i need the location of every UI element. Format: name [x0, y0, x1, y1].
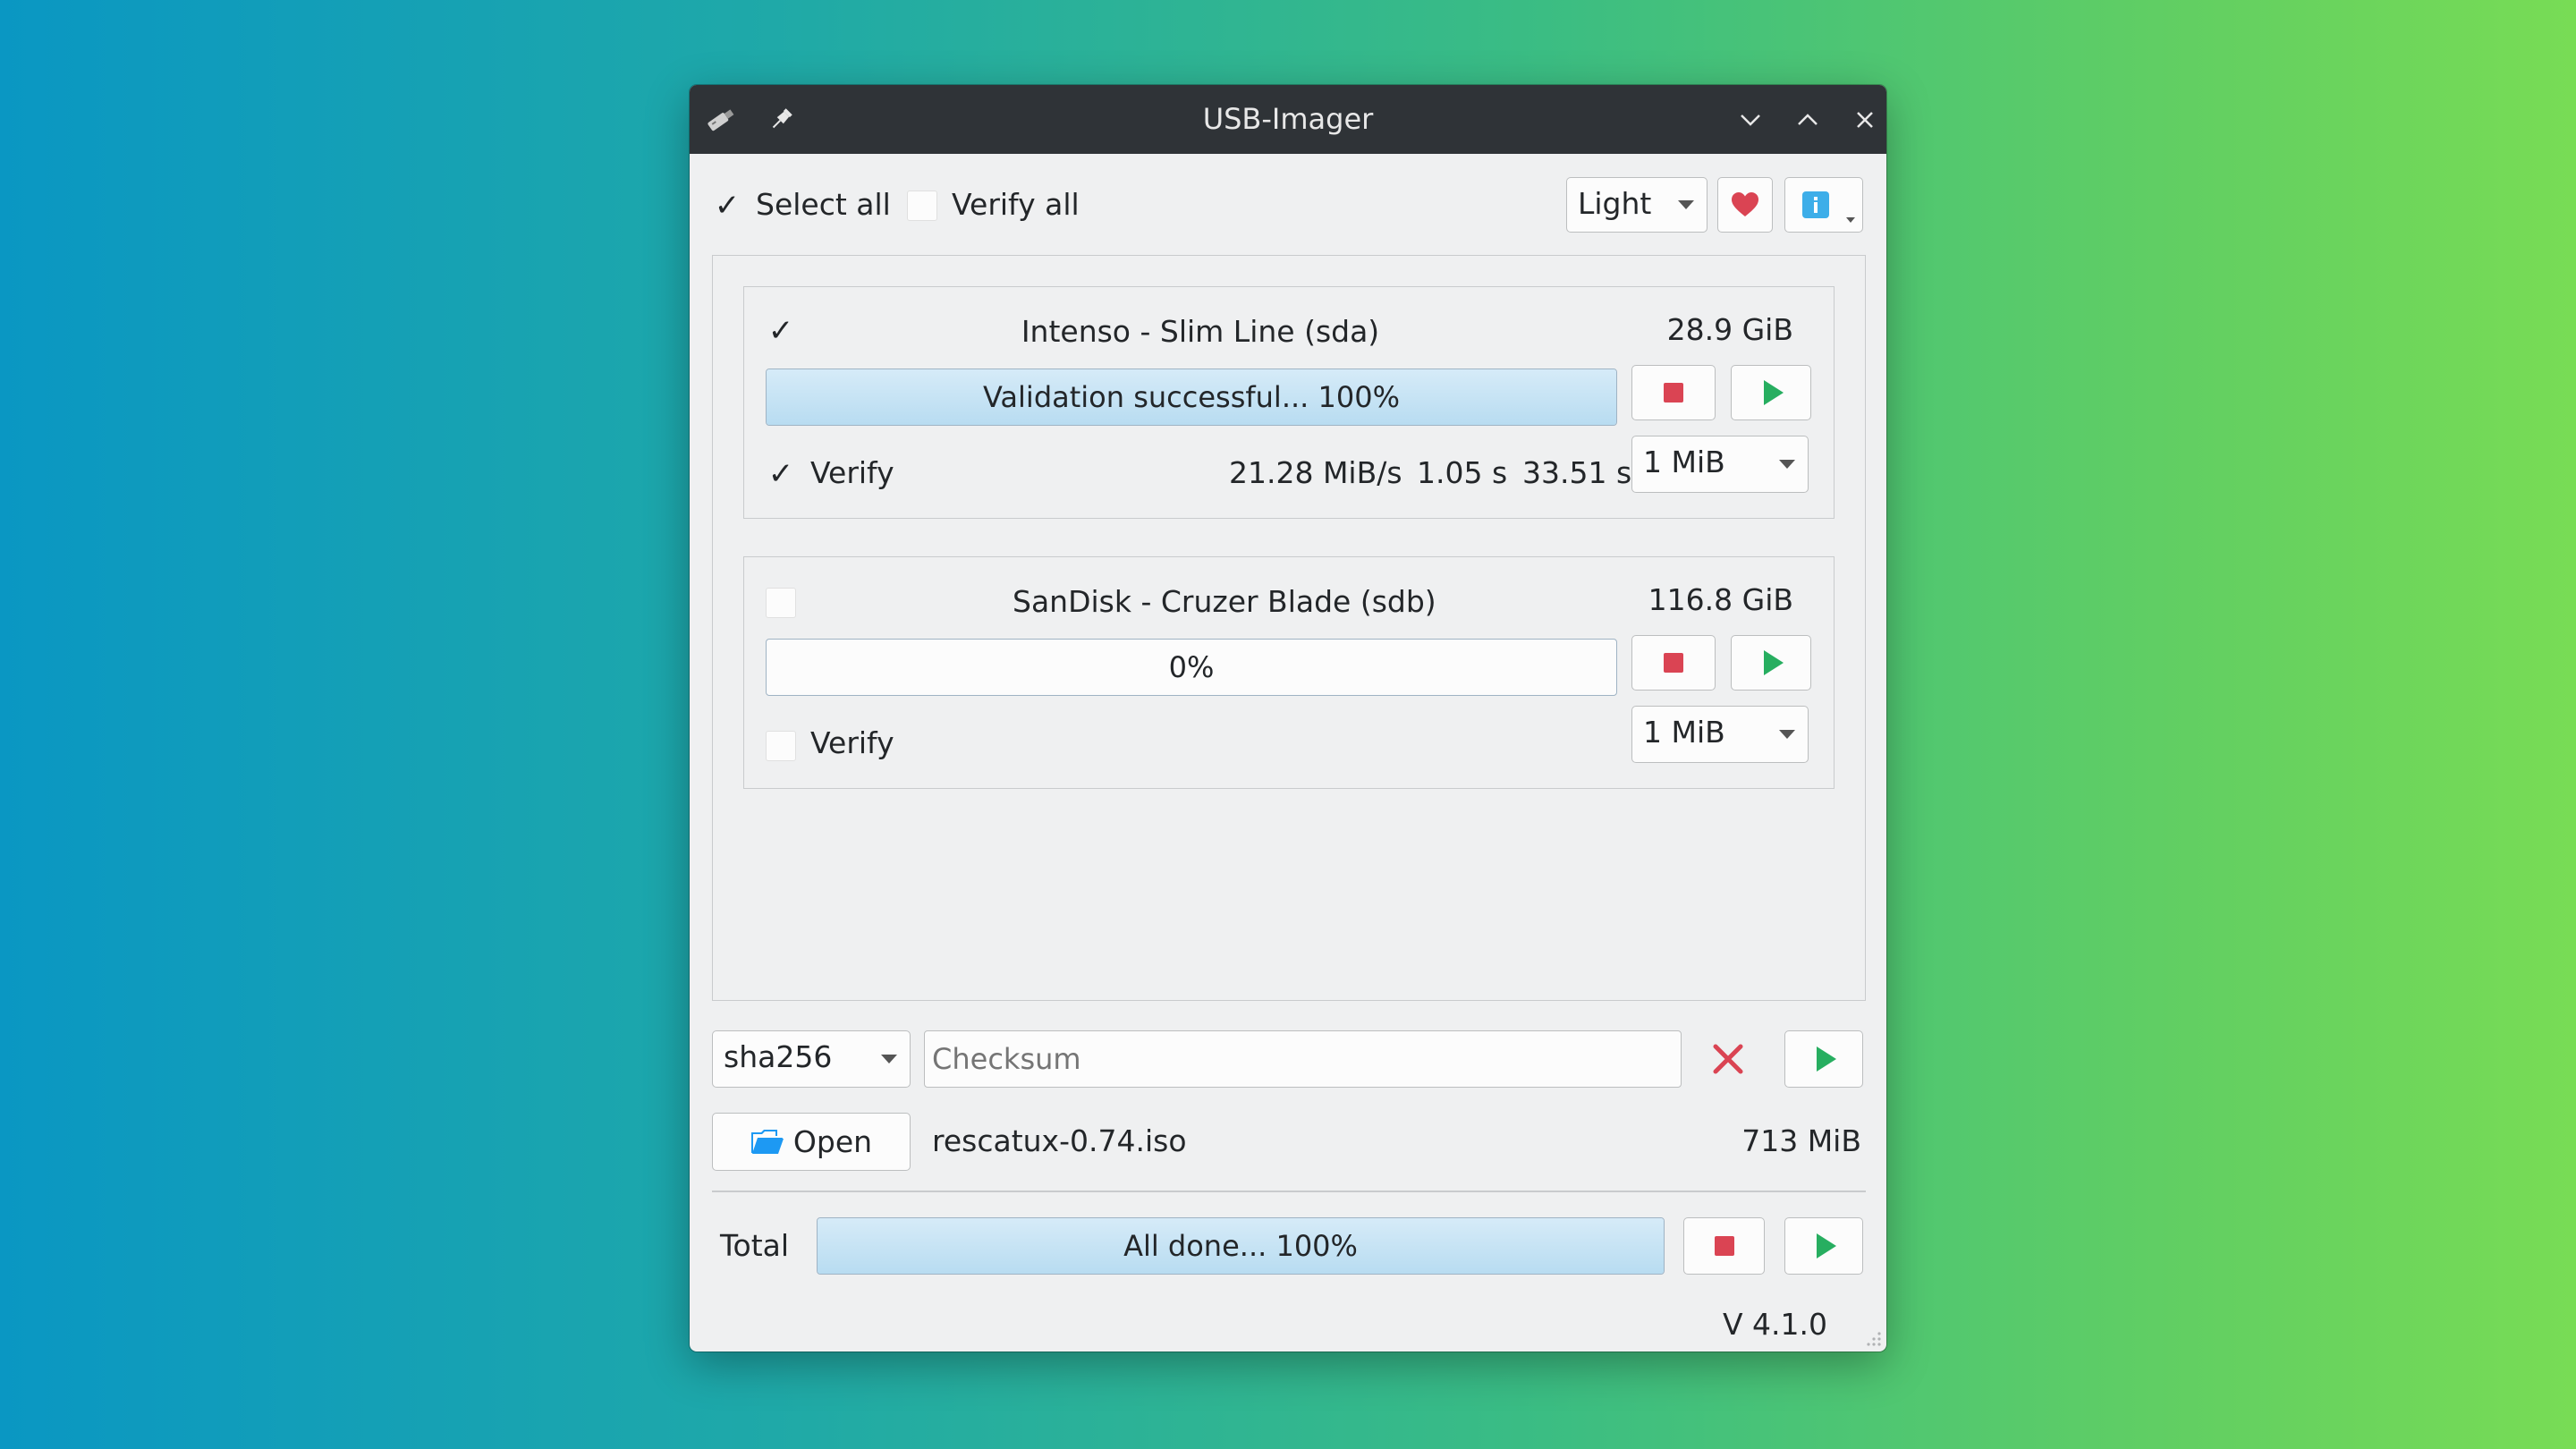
time-elapsed: 1.05 s [1417, 455, 1508, 490]
heart-icon [1731, 191, 1759, 218]
chevron-down-icon [1779, 460, 1795, 469]
theme-select-value: Light [1578, 186, 1652, 221]
chevron-down-icon [881, 1055, 897, 1063]
info-button[interactable] [1784, 177, 1863, 233]
verify-all-label: Verify all [952, 187, 1080, 222]
verify-checkbox[interactable]: ✓ [766, 459, 796, 489]
stop-icon [1714, 1236, 1734, 1256]
resize-grip[interactable] [1861, 1326, 1883, 1348]
write-button[interactable] [1731, 635, 1811, 691]
window-title: USB-Imager [1202, 102, 1374, 136]
time-total: 33.51 s [1522, 455, 1632, 490]
maximize-icon[interactable] [1788, 85, 1827, 154]
image-file-name: rescatux-0.74.iso [932, 1123, 1187, 1158]
play-icon [1764, 650, 1784, 675]
verify-checksum-button[interactable] [1784, 1030, 1863, 1088]
play-icon [1817, 1233, 1836, 1258]
folder-icon [750, 1129, 784, 1156]
dropdown-arrow-icon [1846, 217, 1855, 223]
hash-algorithm-select[interactable]: sha256 [712, 1030, 911, 1088]
donate-button[interactable] [1717, 177, 1773, 233]
chevron-down-icon [1678, 200, 1694, 209]
device-item: ✓ Intenso - Slim Line (sda) 28.9 GiB Val… [743, 286, 1835, 519]
progress-text: Validation successful... 100% [983, 380, 1400, 414]
device-name: Intenso - Slim Line (sda) [1021, 314, 1380, 349]
total-progress-bar: All done... 100% [817, 1217, 1665, 1275]
verify-all-checkbox[interactable] [907, 191, 937, 221]
hash-algorithm-value: sha256 [724, 1039, 833, 1074]
usb-imager-window: USB-Imager ✓ Select all Verify all Light… [690, 85, 1886, 1352]
checksum-input[interactable] [924, 1030, 1682, 1088]
version-label: V 4.1.0 [1722, 1307, 1827, 1342]
stop-all-button[interactable] [1683, 1217, 1765, 1275]
stop-icon [1664, 383, 1683, 402]
stop-button[interactable] [1631, 365, 1716, 420]
stop-button[interactable] [1631, 635, 1716, 691]
device-item: SanDisk - Cruzer Blade (sdb) 116.8 GiB 0… [743, 556, 1835, 789]
clear-icon [1712, 1043, 1744, 1075]
verify-label: Verify [810, 725, 894, 760]
info-icon [1802, 191, 1829, 218]
open-file-label: Open [792, 1124, 873, 1159]
chevron-down-icon [1779, 730, 1795, 739]
device-name: SanDisk - Cruzer Blade (sdb) [1013, 584, 1436, 619]
divider [712, 1191, 1866, 1192]
minimize-icon[interactable] [1731, 85, 1770, 154]
select-all-checkbox[interactable]: ✓ [712, 191, 742, 221]
device-size: 28.9 GiB [1666, 312, 1793, 347]
total-label: Total [720, 1228, 790, 1263]
buffer-size-select[interactable]: 1 MiB [1631, 706, 1809, 763]
device-progress-bar: Validation successful... 100% [766, 369, 1617, 426]
image-file-size: 713 MiB [1741, 1123, 1861, 1158]
buffer-size-select[interactable]: 1 MiB [1631, 436, 1809, 493]
verify-checkbox[interactable] [766, 731, 796, 761]
clear-checksum-button[interactable] [1709, 1040, 1747, 1078]
theme-select[interactable]: Light [1566, 177, 1707, 233]
write-button[interactable] [1731, 365, 1811, 420]
device-list: ✓ Intenso - Slim Line (sda) 28.9 GiB Val… [712, 255, 1866, 1001]
device-size: 116.8 GiB [1648, 582, 1793, 617]
device-select-checkbox[interactable]: ✓ [766, 316, 796, 346]
title-bar: USB-Imager [690, 85, 1886, 154]
select-all-label: Select all [756, 187, 891, 222]
play-icon [1764, 380, 1784, 405]
write-all-button[interactable] [1784, 1217, 1863, 1275]
stop-icon [1664, 653, 1683, 673]
buffer-size-value: 1 MiB [1643, 445, 1725, 479]
device-progress-bar: 0% [766, 639, 1617, 696]
buffer-size-value: 1 MiB [1643, 715, 1725, 750]
total-progress-text: All done... 100% [1123, 1229, 1358, 1263]
play-icon [1817, 1046, 1836, 1072]
open-file-button[interactable]: Open [712, 1113, 911, 1171]
verify-label: Verify [810, 455, 894, 490]
speed-readout: 21.28 MiB/s [1229, 455, 1402, 490]
close-icon[interactable] [1845, 85, 1885, 154]
device-select-checkbox[interactable] [766, 588, 796, 618]
progress-text: 0% [1168, 650, 1215, 684]
